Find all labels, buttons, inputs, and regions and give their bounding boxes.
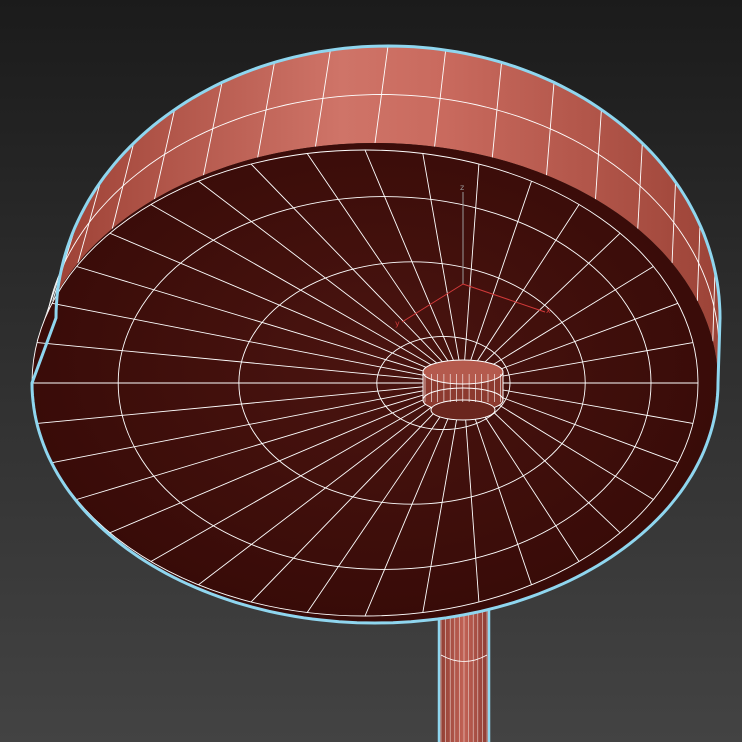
gizmo-y-label: y (395, 319, 400, 328)
lamp-shade-underside[interactable] (31, 143, 718, 623)
gizmo-z-label: z (460, 183, 464, 192)
viewport-3d[interactable]: z x y (0, 0, 742, 742)
pole-socket[interactable] (422, 359, 504, 421)
wireframe-scene[interactable]: z x y (0, 0, 742, 742)
gizmo-x-label: x (546, 306, 551, 315)
